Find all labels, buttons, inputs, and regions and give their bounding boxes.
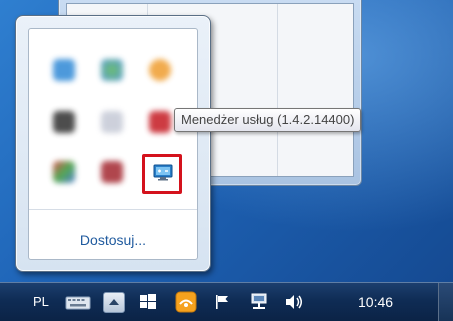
orange-app-icon[interactable]	[175, 291, 197, 313]
tray-app-maroon-icon[interactable]	[101, 161, 123, 183]
windows-flag-icon[interactable]	[138, 292, 158, 312]
show-desktop-button[interactable]	[438, 283, 453, 321]
keyboard-icon[interactable]	[65, 296, 91, 310]
action-center-flag-icon[interactable]	[214, 293, 232, 311]
tray-app-blue-icon[interactable]	[53, 59, 75, 81]
tray-app-green-icon[interactable]	[101, 59, 123, 81]
language-indicator[interactable]: PL	[33, 294, 49, 309]
tray-app-multicolor-icon[interactable]	[53, 161, 75, 183]
chevron-up-icon	[109, 299, 119, 305]
tray-app-grey-icon[interactable]	[101, 111, 123, 133]
notification-overflow-flyout: Dostosuj...	[15, 15, 211, 272]
clock[interactable]: 10:46	[358, 294, 393, 310]
service-manager-icon[interactable]	[153, 164, 173, 181]
taskbar: PL 10:46	[0, 282, 453, 321]
flyout-divider	[29, 209, 197, 210]
tray-app-dark-icon[interactable]	[53, 111, 75, 133]
tray-app-orange-icon[interactable]	[149, 59, 171, 81]
column-divider	[277, 4, 278, 176]
volume-icon[interactable]	[284, 293, 304, 311]
tray-icons-panel: Dostosuj...	[28, 28, 198, 260]
network-icon[interactable]	[249, 292, 269, 312]
service-manager-tooltip: Menedżer usług (1.4.2.14400)	[174, 108, 362, 132]
customize-link[interactable]: Dostosuj...	[29, 232, 197, 248]
tray-app-red-icon[interactable]	[149, 111, 171, 133]
show-hidden-icons-button[interactable]	[103, 292, 125, 313]
